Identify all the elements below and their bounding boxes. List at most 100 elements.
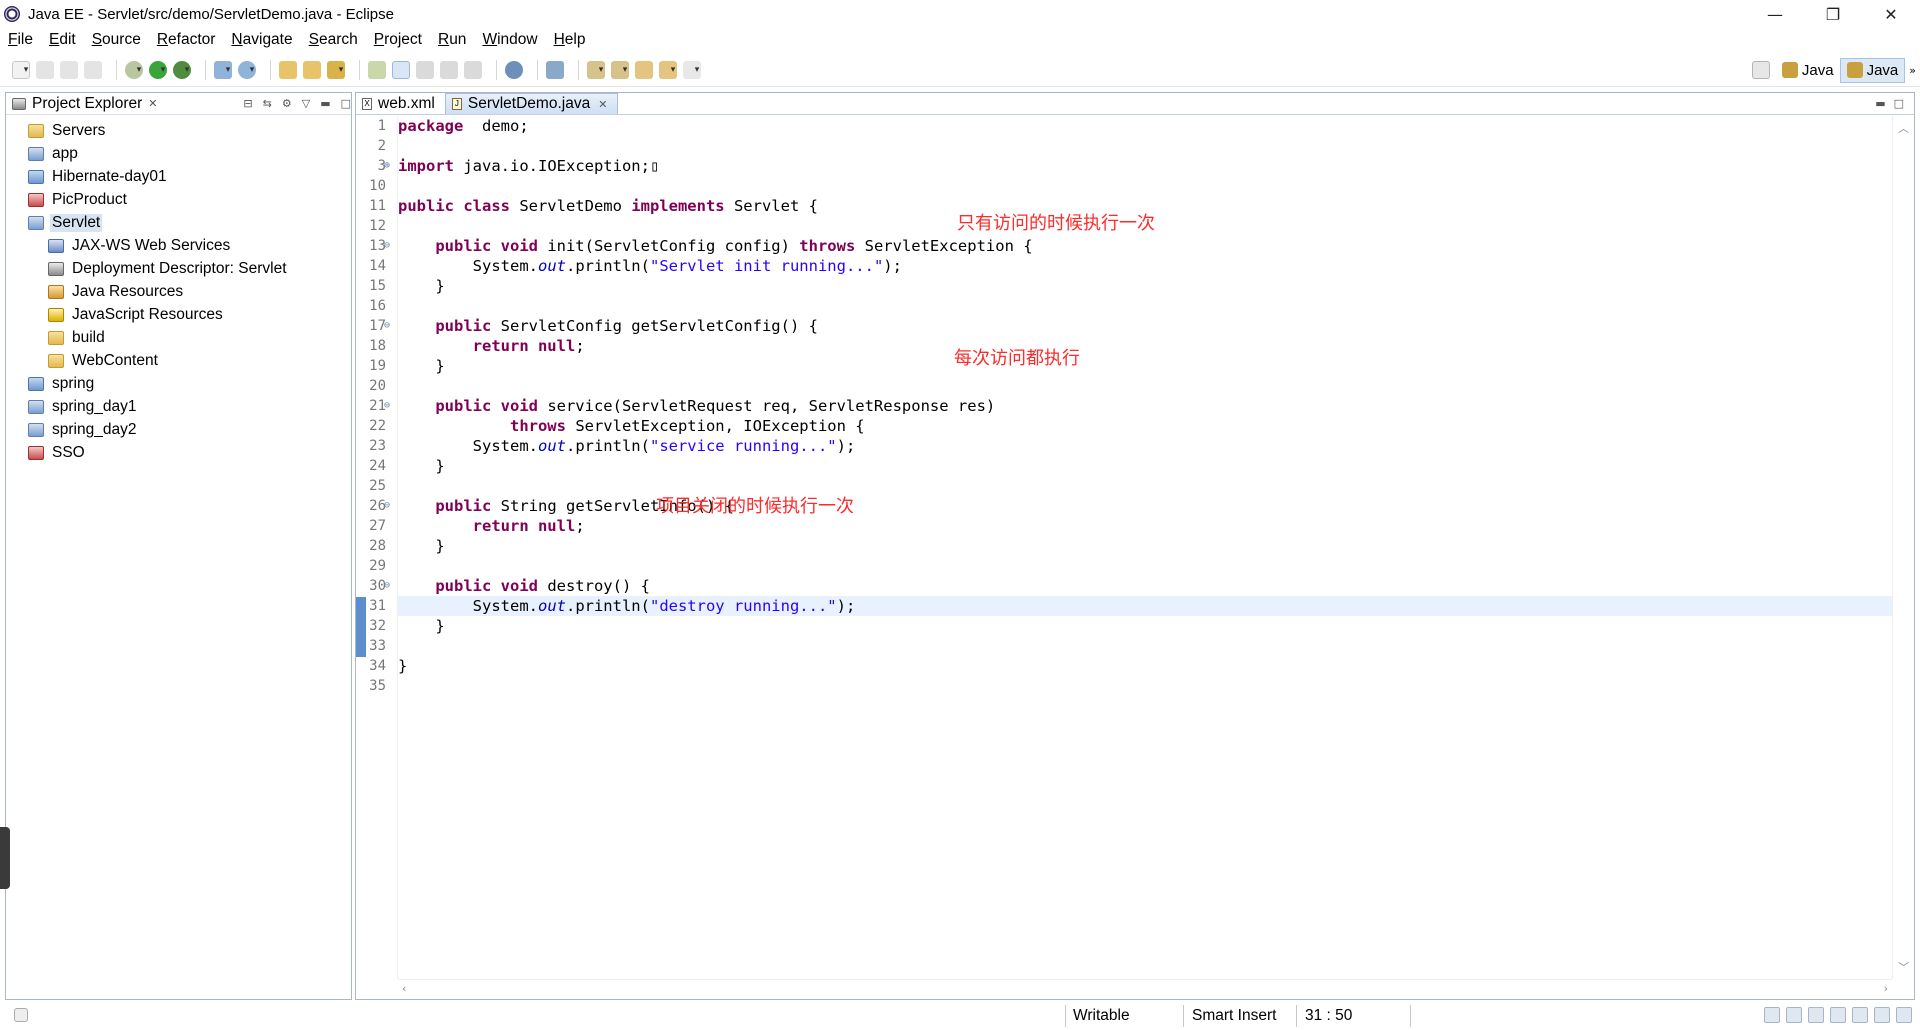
code-line[interactable]: 24 } — [369, 456, 1892, 476]
code-line[interactable]: 34} — [369, 656, 1892, 676]
tree-item-app[interactable]: app — [6, 142, 351, 165]
code-line[interactable]: 16 — [369, 296, 1892, 316]
globe-icon[interactable] — [505, 60, 523, 79]
close-window-button[interactable]: ✕ — [1862, 0, 1920, 28]
tree-item-webcontent[interactable]: WebContent — [6, 349, 351, 372]
forward-icon[interactable] — [683, 60, 701, 79]
code-line[interactable]: 25 — [369, 476, 1892, 496]
code-line[interactable]: 35 — [369, 676, 1892, 696]
toggle-mark-occurrences-icon[interactable] — [368, 60, 386, 79]
toggle-highlight-icon[interactable] — [392, 60, 410, 79]
scroll-down-icon[interactable]: ﹀ — [1898, 959, 1909, 975]
minimize-icon[interactable]: ▬ — [1875, 97, 1885, 110]
open-perspective-icon[interactable] — [1751, 61, 1770, 79]
menu-run[interactable]: Run — [438, 31, 466, 49]
tray-icon[interactable] — [1874, 1007, 1890, 1023]
side-dock-handle[interactable] — [0, 827, 10, 889]
collapse-fold-icon[interactable]: ⊖ — [384, 236, 390, 256]
horizontal-scrollbar[interactable]: ‹ › — [398, 979, 1892, 999]
code-line[interactable]: 15 } — [369, 276, 1892, 296]
tree-item-spring[interactable]: spring — [6, 372, 351, 395]
restore-button[interactable]: ❐ — [1804, 0, 1862, 28]
tab-web-xml[interactable]: X web.xml — [356, 93, 445, 114]
code-area[interactable]: 1 package demo; 2 3 ⊕ import java.io.IOExcept… — [356, 116, 1892, 979]
code-line[interactable]: 10 — [369, 176, 1892, 196]
code-line[interactable]: 1 package demo; — [378, 116, 1892, 136]
code-line[interactable]: 22 throws ServletException, IOException … — [369, 416, 1892, 436]
tree-item-hibernate-day01[interactable]: Hibernate-day01 — [6, 165, 351, 188]
code-line[interactable]: 14 System.out.println("Servlet init runn… — [369, 256, 1892, 276]
code-line[interactable]: 13 ⊖ public void init(ServletConfig confi… — [369, 236, 1892, 256]
code-line[interactable]: 31 System.out.println("destroy running..… — [369, 596, 1892, 616]
code-line[interactable]: 30 ⊖ public void destroy() { — [369, 576, 1892, 596]
code-line[interactable]: 18 return null; — [369, 336, 1892, 356]
save-icon[interactable] — [36, 60, 54, 79]
tree-item-jax-ws[interactable]: JAX-WS Web Services — [6, 234, 351, 257]
tree-item-picproduct[interactable]: PicProduct — [6, 188, 351, 211]
previous-annotation-icon[interactable] — [611, 60, 629, 79]
menu-help[interactable]: Help — [554, 31, 586, 49]
minimize-icon[interactable]: ▬ — [320, 97, 330, 110]
menu-refactor[interactable]: Refactor — [157, 31, 216, 49]
tab-project-explorer[interactable]: Project Explorer ✕ — [6, 95, 163, 113]
tray-icon[interactable] — [1786, 1007, 1802, 1023]
debug-icon[interactable] — [125, 60, 143, 79]
tree-item-build[interactable]: build — [6, 326, 351, 349]
open-type-icon[interactable] — [279, 60, 297, 79]
next-annotation-icon[interactable] — [587, 60, 605, 79]
maximize-icon[interactable]: □ — [341, 97, 351, 110]
collapse-fold-icon[interactable]: ⊖ — [384, 496, 390, 516]
code-line[interactable]: 32 } — [369, 616, 1892, 636]
tree-item-java-resources[interactable]: Java Resources — [6, 280, 351, 303]
code-line[interactable]: 23 System.out.println("service running..… — [369, 436, 1892, 456]
pin-editor-icon[interactable] — [546, 60, 564, 79]
tray-icon[interactable] — [1896, 1007, 1912, 1023]
perspective-java[interactable]: Java — [1776, 59, 1840, 82]
link-with-editor-icon[interactable]: ⇆ — [263, 97, 272, 110]
collapse-all-icon[interactable]: ⊟ — [243, 97, 252, 110]
print-icon[interactable] — [84, 60, 102, 79]
code-line[interactable]: 27 return null; — [369, 516, 1892, 536]
show-whitespace-icon[interactable] — [464, 60, 482, 79]
code-line[interactable]: 33 — [369, 636, 1892, 656]
block-selection-icon[interactable] — [440, 60, 458, 79]
code-line[interactable]: 28 } — [369, 536, 1892, 556]
tree-item-javascript-resources[interactable]: JavaScript Resources — [6, 303, 351, 326]
vertical-scrollbar[interactable]: ︿ ﹀ — [1892, 116, 1914, 979]
code-line[interactable]: 20 — [369, 376, 1892, 396]
tree-item-spring-day2[interactable]: spring_day2 — [6, 418, 351, 441]
new-icon[interactable] — [12, 60, 30, 79]
tree-item-deployment-descriptor[interactable]: Deployment Descriptor: Servlet — [6, 257, 351, 280]
new-server-icon[interactable] — [214, 60, 232, 79]
tray-icon[interactable] — [1764, 1007, 1780, 1023]
menu-edit[interactable]: Edit — [49, 31, 76, 49]
last-edit-location-icon[interactable] — [635, 60, 653, 79]
close-icon[interactable]: ✕ — [598, 98, 607, 111]
code-line[interactable]: 17 ⊖ public ServletConfig getServletConfi… — [369, 316, 1892, 336]
collapse-fold-icon[interactable]: ⊖ — [384, 576, 390, 596]
menu-file[interactable]: File — [8, 31, 33, 49]
run-icon[interactable] — [149, 60, 167, 79]
menu-search[interactable]: Search — [309, 31, 358, 49]
run-external-tools-icon[interactable] — [173, 60, 191, 79]
chevron-right-icon[interactable]: » — [1909, 64, 1916, 77]
back-icon[interactable] — [659, 60, 677, 79]
scroll-up-icon[interactable]: ︿ — [1898, 120, 1909, 136]
code-line[interactable]: 29 — [369, 556, 1892, 576]
menu-project[interactable]: Project — [374, 31, 422, 49]
new-web-service-icon[interactable] — [238, 60, 256, 79]
expand-fold-icon[interactable]: ⊕ — [384, 156, 390, 176]
code-line[interactable]: 2 — [378, 136, 1892, 156]
tray-icon[interactable] — [1808, 1007, 1824, 1023]
code-line[interactable]: 21 ⊖ public void service(ServletRequest r… — [369, 396, 1892, 416]
menu-source[interactable]: Source — [92, 31, 141, 49]
tray-icon[interactable] — [1852, 1007, 1868, 1023]
code-line[interactable]: 26 ⊖ public String getServletInfo() { — [369, 496, 1892, 516]
scroll-right-icon[interactable]: › — [1884, 982, 1888, 995]
toggle-word-wrap-icon[interactable] — [416, 60, 434, 79]
open-task-icon[interactable] — [303, 60, 321, 79]
search-icon[interactable] — [327, 60, 345, 79]
status-new-icon[interactable] — [14, 1008, 28, 1022]
maximize-icon[interactable]: □ — [1894, 97, 1904, 110]
collapse-fold-icon[interactable]: ⊖ — [384, 396, 390, 416]
